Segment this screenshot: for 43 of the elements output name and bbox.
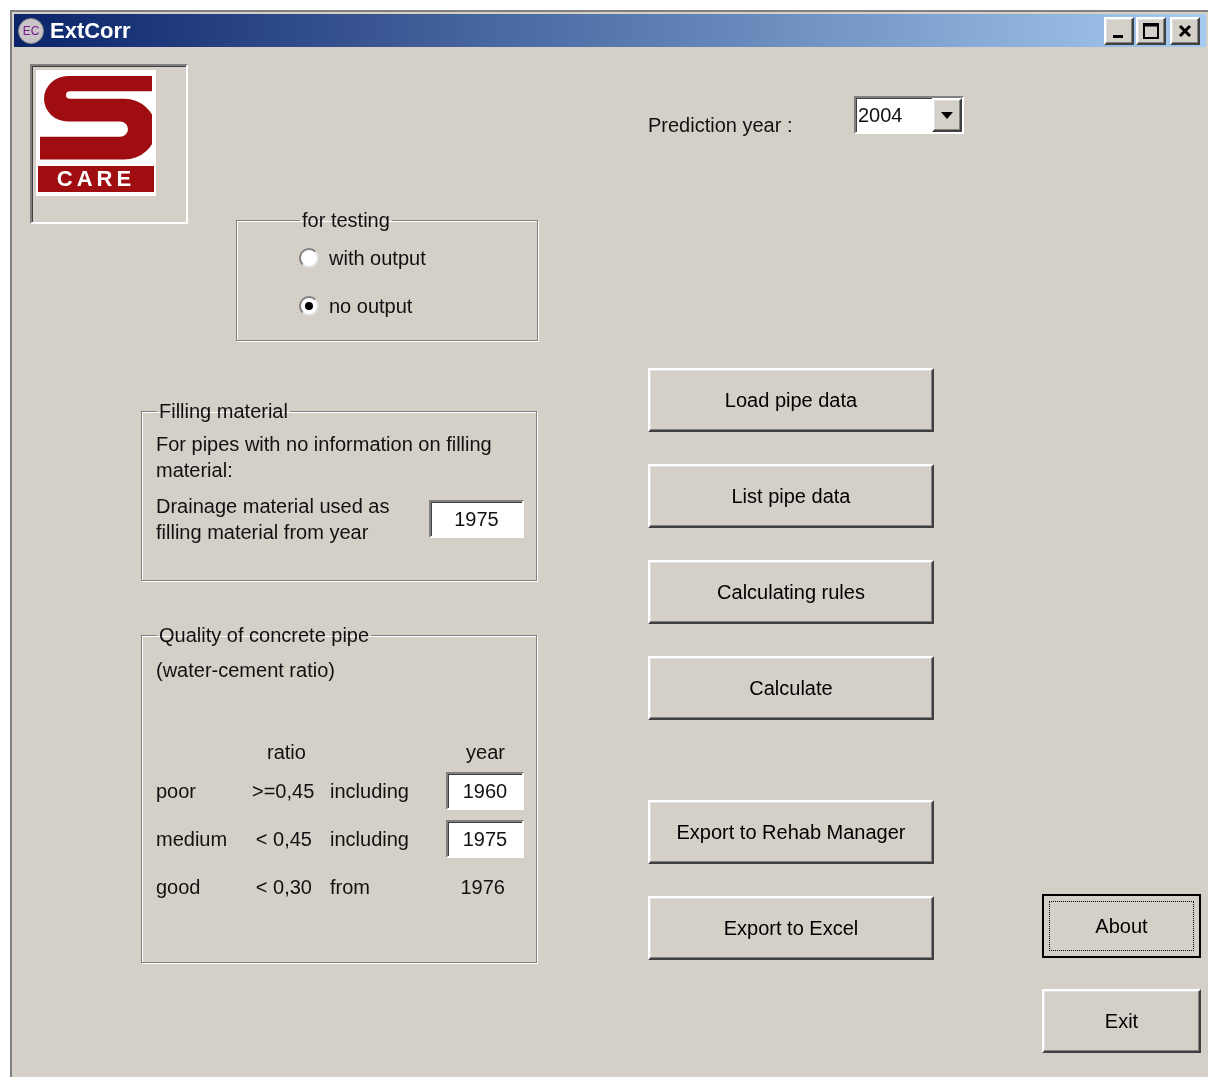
ratio-value: < 0,45 [254,827,312,852]
column-header: year [466,740,505,765]
year-dropdown[interactable]: 2004 [854,96,964,134]
minimize-icon[interactable] [1104,16,1134,45]
radio-label: with output [329,246,426,271]
logo-text: CARE [38,166,154,192]
ratio-value: >=0,45 [252,779,312,804]
radio-button[interactable] [299,296,319,316]
ratio-value: < 0,30 [254,875,312,900]
grade-label: poor [156,779,198,804]
filling-note: For pipes with no information on filling material: [156,432,493,483]
window-title: ExtCorr [50,17,131,45]
group-title: Quality of concrete pipe [158,625,371,645]
maximize-icon[interactable] [1136,16,1166,45]
grade-label: medium [156,827,229,852]
app-icon: EC [18,17,44,44]
year-field[interactable]: 1975 [446,820,524,858]
radio-label: no output [329,294,413,319]
column-header: ratio [267,740,306,765]
year-value: 1976 [460,875,505,900]
relation-label: including [330,779,409,804]
quality-subtitle: (water-cement ratio) [156,658,336,683]
command-button[interactable]: Calculate [648,656,934,720]
command-button[interactable]: Calculating rules [648,560,934,624]
command-button[interactable]: About [1042,894,1201,958]
relation-label: including [330,827,409,852]
year-field[interactable]: 1975 [429,500,524,538]
command-button[interactable]: Exit [1042,989,1201,1053]
year-field[interactable]: 1960 [446,772,524,810]
command-button[interactable]: List pipe data [648,464,934,528]
radio-option[interactable]: with output [299,246,523,270]
grade-label: good [156,875,202,900]
prediction-label: Prediction year : [648,113,793,138]
relation-label: from [330,875,370,900]
command-button[interactable]: Export to Excel [648,896,934,960]
radio-option[interactable]: no output [299,294,523,318]
radio-button[interactable] [299,248,319,268]
group-title: Filling material [158,401,289,421]
group-title: for testing [301,210,391,230]
filling-label: Drainage material used as filling material from year [156,494,391,545]
close-icon[interactable] [1170,16,1200,45]
command-button[interactable]: Load pipe data [648,368,934,432]
command-button[interactable]: Export to Rehab Manager [648,800,934,864]
